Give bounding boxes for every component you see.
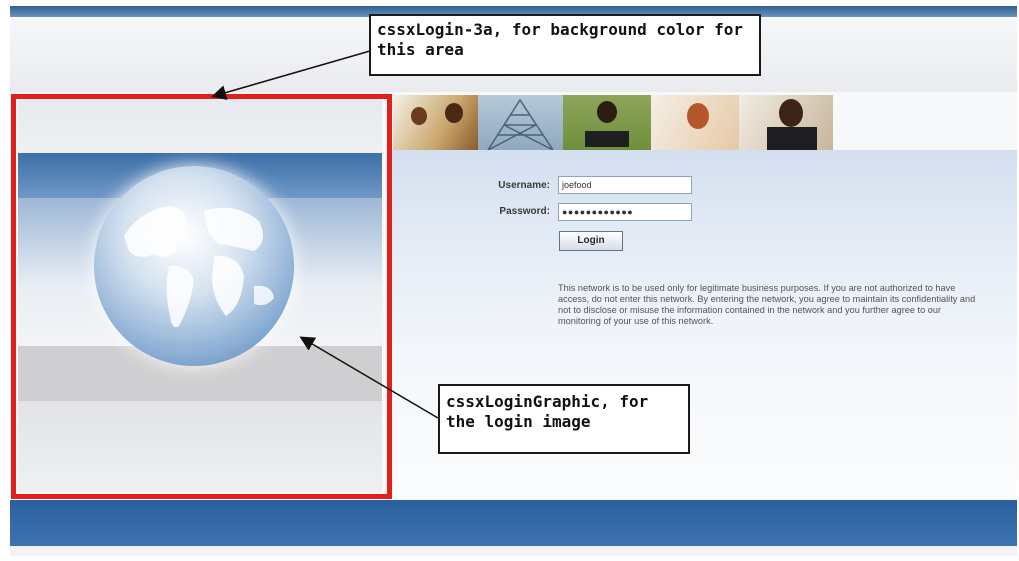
arrow-to-background bbox=[211, 50, 371, 100]
login-graphic-callout: cssxLoginGraphic, for the login image bbox=[438, 384, 690, 454]
background-color-callout: cssxLogin-3a, for background color for t… bbox=[369, 14, 761, 76]
arrow-to-graphic bbox=[299, 336, 439, 419]
callout-arrows bbox=[211, 50, 439, 419]
